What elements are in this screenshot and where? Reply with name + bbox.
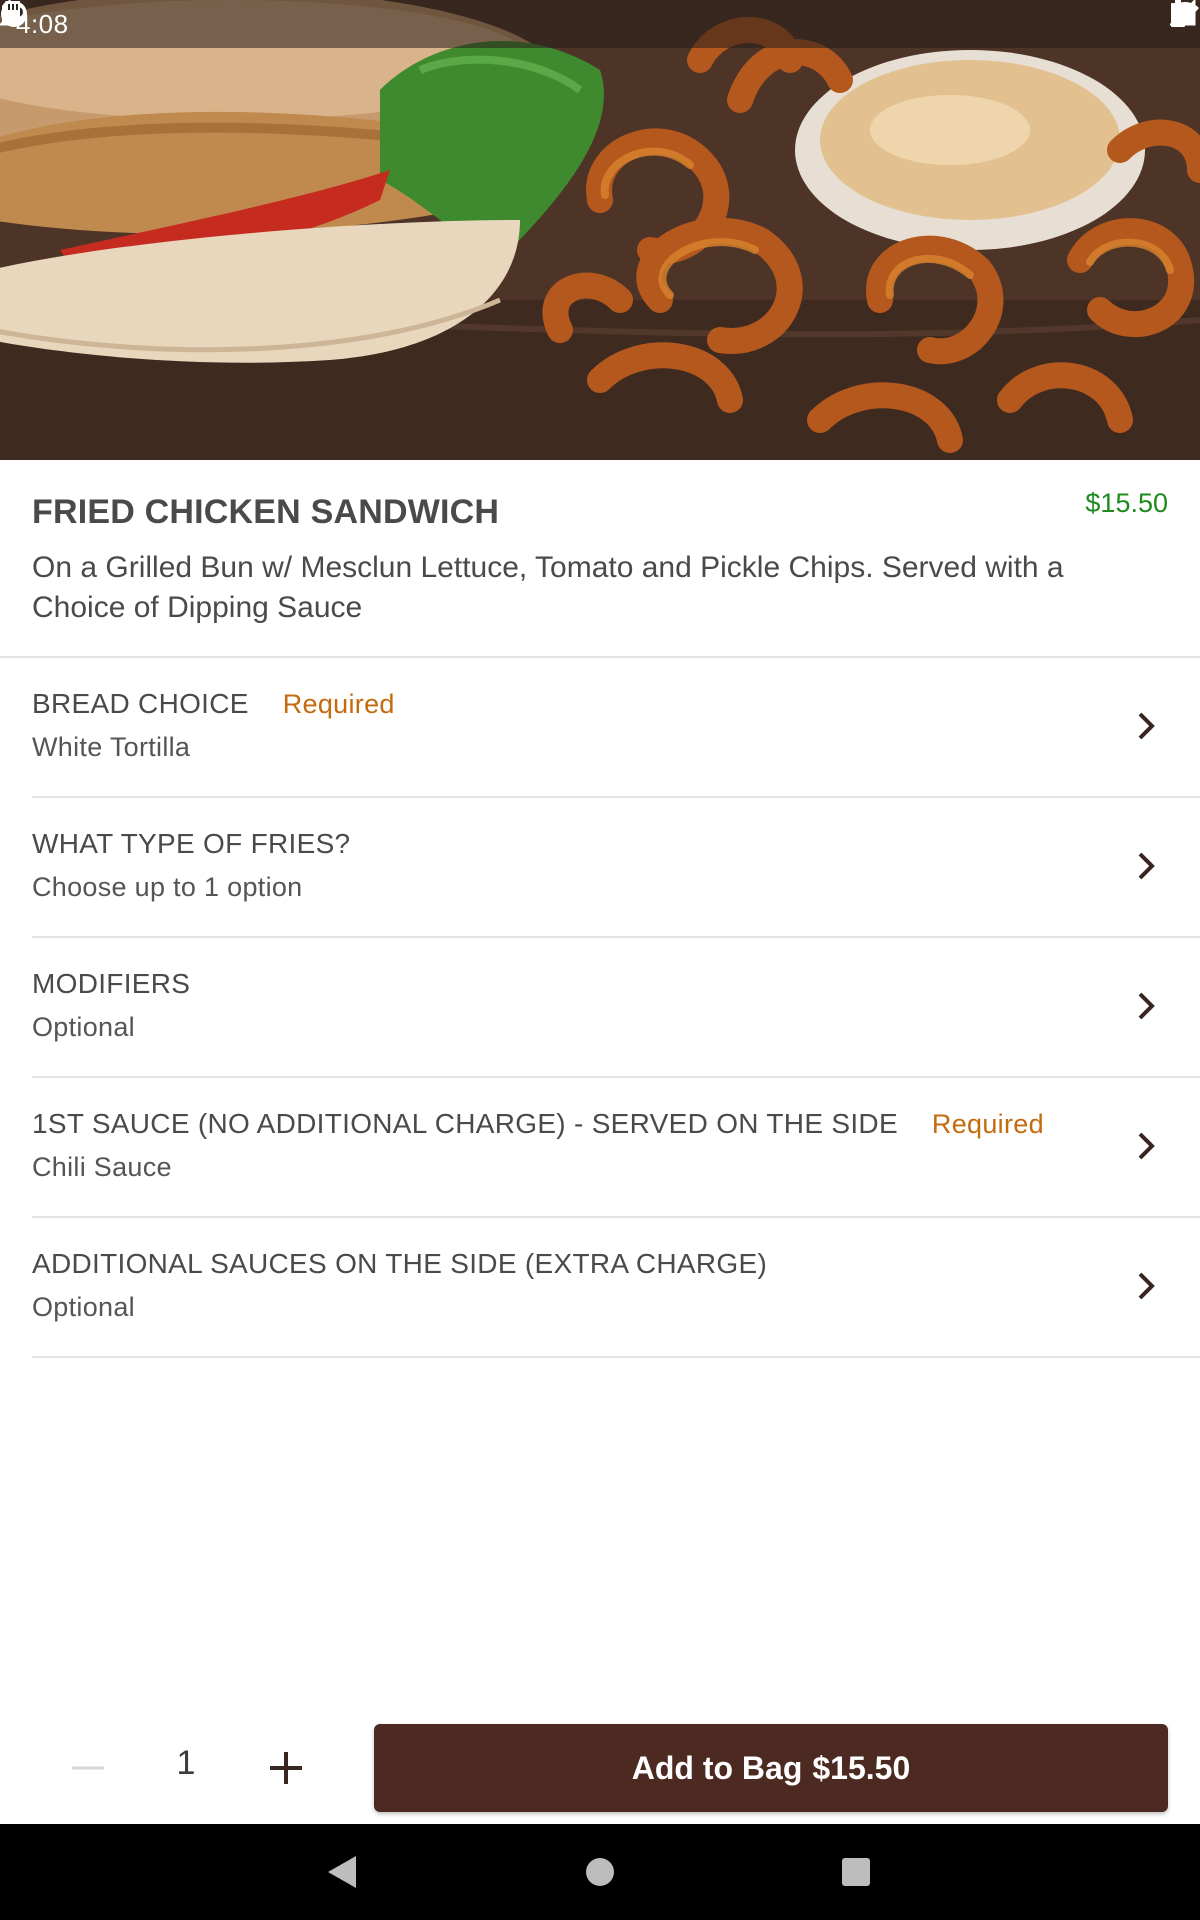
required-badge: Required xyxy=(282,689,395,719)
option-title: BREAD CHOICE xyxy=(32,688,249,719)
chevron-right-icon xyxy=(1138,992,1155,1020)
chevron-right-icon xyxy=(1138,1272,1155,1300)
chevron-right-icon xyxy=(1138,1132,1155,1160)
item-description: On a Grilled Bun w/ Mesclun Lettuce, Tom… xyxy=(32,551,1064,624)
increase-quantity-button[interactable] xyxy=(266,1748,306,1788)
home-icon[interactable] xyxy=(586,1858,614,1886)
item-header: FRIED CHICKEN SANDWICH $15.50 On a Grill… xyxy=(32,484,1168,628)
add-to-bag-label: Add to Bag xyxy=(631,1749,803,1786)
option-row-additional-sauces[interactable]: ADDITIONAL SAUCES ON THE SIDE (EXTRA CHA… xyxy=(32,1218,1200,1358)
system-navigation-bar xyxy=(0,1824,1200,1920)
item-price: $15.50 xyxy=(1085,488,1168,518)
option-subtitle: Chili Sauce xyxy=(32,1152,172,1182)
option-title: 1ST SAUCE (NO ADDITIONAL CHARGE) - SERVE… xyxy=(32,1108,898,1139)
option-title: WHAT TYPE OF FRIES? xyxy=(32,828,351,859)
quantity-value: 1 xyxy=(176,1744,196,1782)
option-row-modifiers[interactable]: MODIFIERS Optional xyxy=(32,938,1200,1078)
chevron-right-icon xyxy=(1138,852,1155,880)
option-subtitle: Optional xyxy=(32,1012,135,1042)
required-badge: Required xyxy=(931,1109,1044,1139)
option-subtitle: White Tortilla xyxy=(32,732,191,762)
hero-food-image: 4:08 xyxy=(0,0,1200,460)
add-to-bag-price: $15.50 xyxy=(812,1749,911,1786)
option-row-first-sauce[interactable]: 1ST SAUCE (NO ADDITIONAL CHARGE) - SERVE… xyxy=(32,1078,1200,1218)
option-subtitle: Choose up to 1 option xyxy=(32,872,303,902)
option-title: MODIFIERS xyxy=(32,968,191,999)
add-to-bag-button[interactable]: Add to Bag $15.50 xyxy=(374,1724,1168,1812)
option-groups-list: BREAD CHOICE Required White Tortilla WHA… xyxy=(0,658,1200,1358)
option-row-bread-choice[interactable]: BREAD CHOICE Required White Tortilla xyxy=(32,658,1200,798)
recent-apps-icon[interactable] xyxy=(842,1858,870,1886)
decrease-quantity-button[interactable] xyxy=(70,1740,106,1796)
option-subtitle: Optional xyxy=(32,1292,135,1322)
chevron-right-icon xyxy=(1138,712,1155,740)
option-title: ADDITIONAL SAUCES ON THE SIDE (EXTRA CHA… xyxy=(32,1248,768,1279)
item-title: FRIED CHICKEN SANDWICH xyxy=(32,493,500,531)
back-icon[interactable] xyxy=(326,1854,358,1890)
status-bar: 4:08 xyxy=(0,0,1200,48)
option-row-fries-type[interactable]: WHAT TYPE OF FRIES? Choose up to 1 optio… xyxy=(32,798,1200,938)
